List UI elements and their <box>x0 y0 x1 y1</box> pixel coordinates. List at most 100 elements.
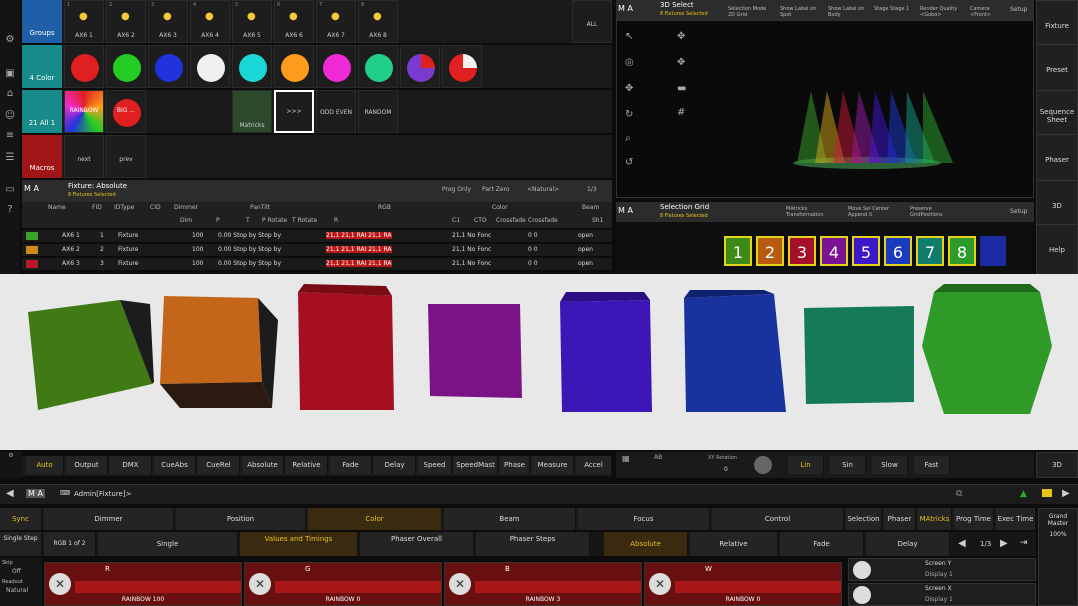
menu-help[interactable]: Help <box>1036 224 1078 276</box>
close-icon[interactable]: ✕ <box>449 573 471 595</box>
tab-auto[interactable]: Auto <box>26 456 64 474</box>
command-line[interactable]: ◀ M A ⌨ Admin[Fixture]> ⧉ ▲ ▶ <box>0 484 1078 504</box>
grid-cell-blue[interactable] <box>980 236 1006 266</box>
user-icon[interactable]: ☺ <box>0 106 20 126</box>
close-icon[interactable]: ✕ <box>49 573 71 595</box>
fader-w[interactable]: ✕ W RAINBOW 0 <box>644 562 842 606</box>
tab-measure[interactable]: Measure <box>532 456 574 474</box>
tab-sin[interactable]: Sin <box>830 456 866 474</box>
color-preset-10[interactable] <box>442 45 482 88</box>
feature-beam[interactable]: Beam <box>444 508 576 530</box>
color-preset-7[interactable] <box>316 45 356 88</box>
table-row[interactable]: AX6 2 2 Fixture 100 0.00 Stop by Stop by… <box>22 244 612 256</box>
menu-phaser[interactable]: Phaser <box>1036 134 1078 186</box>
tab-phase[interactable]: Phase <box>500 456 530 474</box>
color-preset-3[interactable] <box>148 45 188 88</box>
stage-button[interactable]: Stage Stage 1 <box>874 6 914 12</box>
group-cell-5[interactable]: 5 ● AX6 5 <box>232 0 272 43</box>
tab-fast[interactable]: Fast <box>914 456 950 474</box>
macro-pool-header[interactable]: Macros <box>22 135 62 178</box>
group-cell-7[interactable]: 7 ● AX6 7 <box>316 0 356 43</box>
matricks-button[interactable]: MAtricks <box>918 508 952 530</box>
feature-focus[interactable]: Focus <box>578 508 710 530</box>
color-preset-9[interactable] <box>400 45 440 88</box>
feature-color[interactable]: Color <box>308 508 442 530</box>
group-cell-2[interactable]: 2 ● AX6 2 <box>106 0 146 43</box>
viewer-setup-button[interactable]: Setup <box>1010 6 1027 13</box>
fader-b[interactable]: ✕ B RAINBOW 3 <box>444 562 642 606</box>
next-page-icon[interactable]: ▶ <box>1000 538 1008 549</box>
label-spot-button[interactable]: Show Label on Spot <box>780 6 820 18</box>
forward-icon[interactable]: ▶ <box>1062 488 1070 499</box>
values-timings-tab[interactable]: Values and Timings <box>240 532 358 556</box>
tab-speedmast[interactable]: SpeedMast <box>454 456 498 474</box>
group-cell-3[interactable]: 3 ● AX6 3 <box>148 0 188 43</box>
tab-speed[interactable]: Speed <box>418 456 452 474</box>
close-icon[interactable]: ✕ <box>249 573 271 595</box>
prev-page-icon[interactable]: ◀ <box>958 538 966 549</box>
feature-control[interactable]: Control <box>712 508 844 530</box>
menu-preset[interactable]: Preset <box>1036 44 1078 96</box>
all-preset-random[interactable]: RANDOM <box>358 90 398 133</box>
color-preset-4[interactable] <box>190 45 230 88</box>
color-preset-1[interactable] <box>64 45 104 88</box>
grand-master[interactable]: Grand Master 100% <box>1038 508 1078 606</box>
grid-cell-2[interactable]: 2 <box>756 236 784 266</box>
tab-relative[interactable]: Relative <box>286 456 328 474</box>
fader-icon[interactable]: ≡ <box>0 126 20 146</box>
color-preset-5[interactable] <box>232 45 272 88</box>
tab-cuerel[interactable]: CueRel <box>198 456 240 474</box>
selection-button[interactable]: Selection <box>846 508 882 530</box>
part-zero-button[interactable]: Part Zero <box>482 186 510 193</box>
keyboard-icon[interactable]: ⌨ <box>60 489 70 497</box>
readout-button[interactable]: <Natural> <box>527 186 559 193</box>
fader-r[interactable]: ✕ R RAINBOW 100 <box>44 562 242 606</box>
fade-tab[interactable]: Fade <box>780 532 864 556</box>
grid-cell-7[interactable]: 7 <box>916 236 944 266</box>
all-preset-next[interactable]: >>> <box>274 90 314 133</box>
color-preset-2[interactable] <box>106 45 146 88</box>
color-preset-8[interactable] <box>358 45 398 88</box>
reset-icon[interactable]: ⇥ <box>1020 538 1028 548</box>
grid-icon[interactable]: ▦ <box>622 454 630 463</box>
preserve-positions-button[interactable]: Preserve GridPositions <box>910 206 964 218</box>
help-icon[interactable]: ? <box>0 200 20 220</box>
relative-tab[interactable]: Relative <box>690 532 778 556</box>
screen-y-control[interactable]: Screen Y Display 1 <box>848 558 1036 581</box>
tab-delay[interactable]: Delay <box>374 456 416 474</box>
all-pool-header[interactable]: 21 All 1 <box>22 90 62 133</box>
feature-dimmer[interactable]: Dimmer <box>44 508 174 530</box>
viewer-3d-canvas[interactable]: ↖ ◎ ✥ ↻ ⌕ ↺ ✥ ✥ ▬ # <box>616 20 1034 198</box>
link-values-dropdown[interactable]: Single <box>98 532 238 556</box>
close-icon[interactable]: ✕ <box>649 573 671 595</box>
all-preset-big[interactable]: BIG ... <box>106 90 146 133</box>
tab-output[interactable]: Output <box>66 456 108 474</box>
move-center-button[interactable]: Move Sel Center Append X <box>848 206 900 218</box>
grid-cell-5[interactable]: 5 <box>852 236 880 266</box>
delay-tab[interactable]: Delay <box>866 532 950 556</box>
exec-time-button[interactable]: Exec Time <box>996 508 1036 530</box>
camera-button[interactable]: Camera <Front> <box>970 6 1006 18</box>
ab-icon[interactable]: AB <box>654 454 662 461</box>
phaser-steps-tab[interactable]: Phaser Steps <box>476 532 590 556</box>
macro-next[interactable]: next <box>64 135 104 178</box>
tab-accel[interactable]: Accel <box>576 456 612 474</box>
phaser-overall-tab[interactable]: Phaser Overall <box>360 532 474 556</box>
skip-control[interactable]: Skip Off Readout Natural <box>0 558 42 606</box>
grid-cell-4[interactable]: 4 <box>820 236 848 266</box>
home-icon[interactable]: ⌂ <box>0 84 20 104</box>
macro-prev[interactable]: prev <box>106 135 146 178</box>
screen-x-control[interactable]: Screen X Display 1 <box>848 583 1036 606</box>
grid-setup-button[interactable]: Setup <box>1010 208 1027 215</box>
tab-lin[interactable]: Lin <box>788 456 824 474</box>
tab-absolute[interactable]: Absolute <box>242 456 284 474</box>
tab-slow[interactable]: Slow <box>872 456 908 474</box>
grid-cell-8[interactable]: 8 <box>948 236 976 266</box>
monitor-icon[interactable]: ▭ <box>0 180 20 200</box>
group-cell-6[interactable]: 6 ● AX6 6 <box>274 0 314 43</box>
grid-cell-3[interactable]: 3 <box>788 236 816 266</box>
settings-icon[interactable]: ⚙ <box>0 30 20 50</box>
group-cell-8[interactable]: 8 ● AX6 8 <box>358 0 398 43</box>
grid-cell-6[interactable]: 6 <box>884 236 912 266</box>
groups-pool-header[interactable]: Groups <box>22 0 62 43</box>
